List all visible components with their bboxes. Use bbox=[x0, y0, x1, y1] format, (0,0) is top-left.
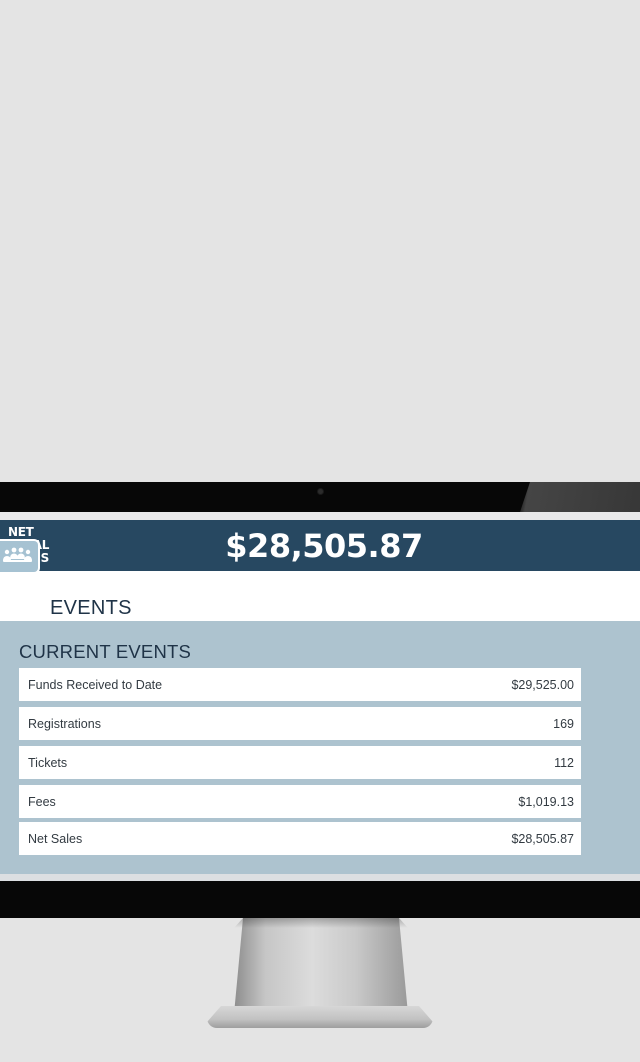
row-value: 112 bbox=[554, 756, 574, 770]
table-row: Fees $1,019.13 bbox=[19, 785, 581, 818]
row-value: $1,019.13 bbox=[518, 795, 574, 809]
net-sales-bar: NET TOTAL SALES $28,505.87 bbox=[0, 520, 640, 571]
table-row: Tickets 112 bbox=[19, 746, 581, 779]
current-events-title: CURRENT EVENTS bbox=[19, 641, 192, 662]
table-row: Funds Received to Date $29,525.00 bbox=[19, 668, 581, 701]
net-sales-amount: $28,505.87 bbox=[225, 527, 423, 565]
row-value: $29,525.00 bbox=[511, 678, 574, 692]
row-label: Net Sales bbox=[28, 832, 83, 846]
panel-bottom-strip bbox=[0, 874, 640, 881]
row-label: Tickets bbox=[28, 756, 68, 770]
section-title-events: EVENTS bbox=[50, 597, 132, 619]
icon-speech-tail bbox=[0, 572, 9, 581]
row-label: Funds Received to Date bbox=[28, 678, 163, 692]
stand-shadow bbox=[234, 918, 408, 928]
screen-top-strip bbox=[0, 512, 640, 520]
row-label: Registrations bbox=[28, 717, 101, 731]
table-row: Registrations 169 bbox=[19, 707, 581, 740]
monitor-stand-neck bbox=[234, 918, 408, 1014]
table-row: Net Sales $28,505.87 bbox=[19, 822, 581, 855]
bezel-glare bbox=[520, 482, 640, 512]
webcam-dot bbox=[318, 489, 323, 494]
row-value: 169 bbox=[553, 717, 574, 731]
row-label: Fees bbox=[28, 795, 56, 809]
monitor-screen: NET TOTAL SALES $28,505.87 EVENTS CURREN… bbox=[0, 512, 640, 881]
monitor-stand-base bbox=[207, 1006, 433, 1028]
people-group-icon bbox=[0, 539, 40, 574]
row-value: $28,505.87 bbox=[511, 832, 574, 846]
